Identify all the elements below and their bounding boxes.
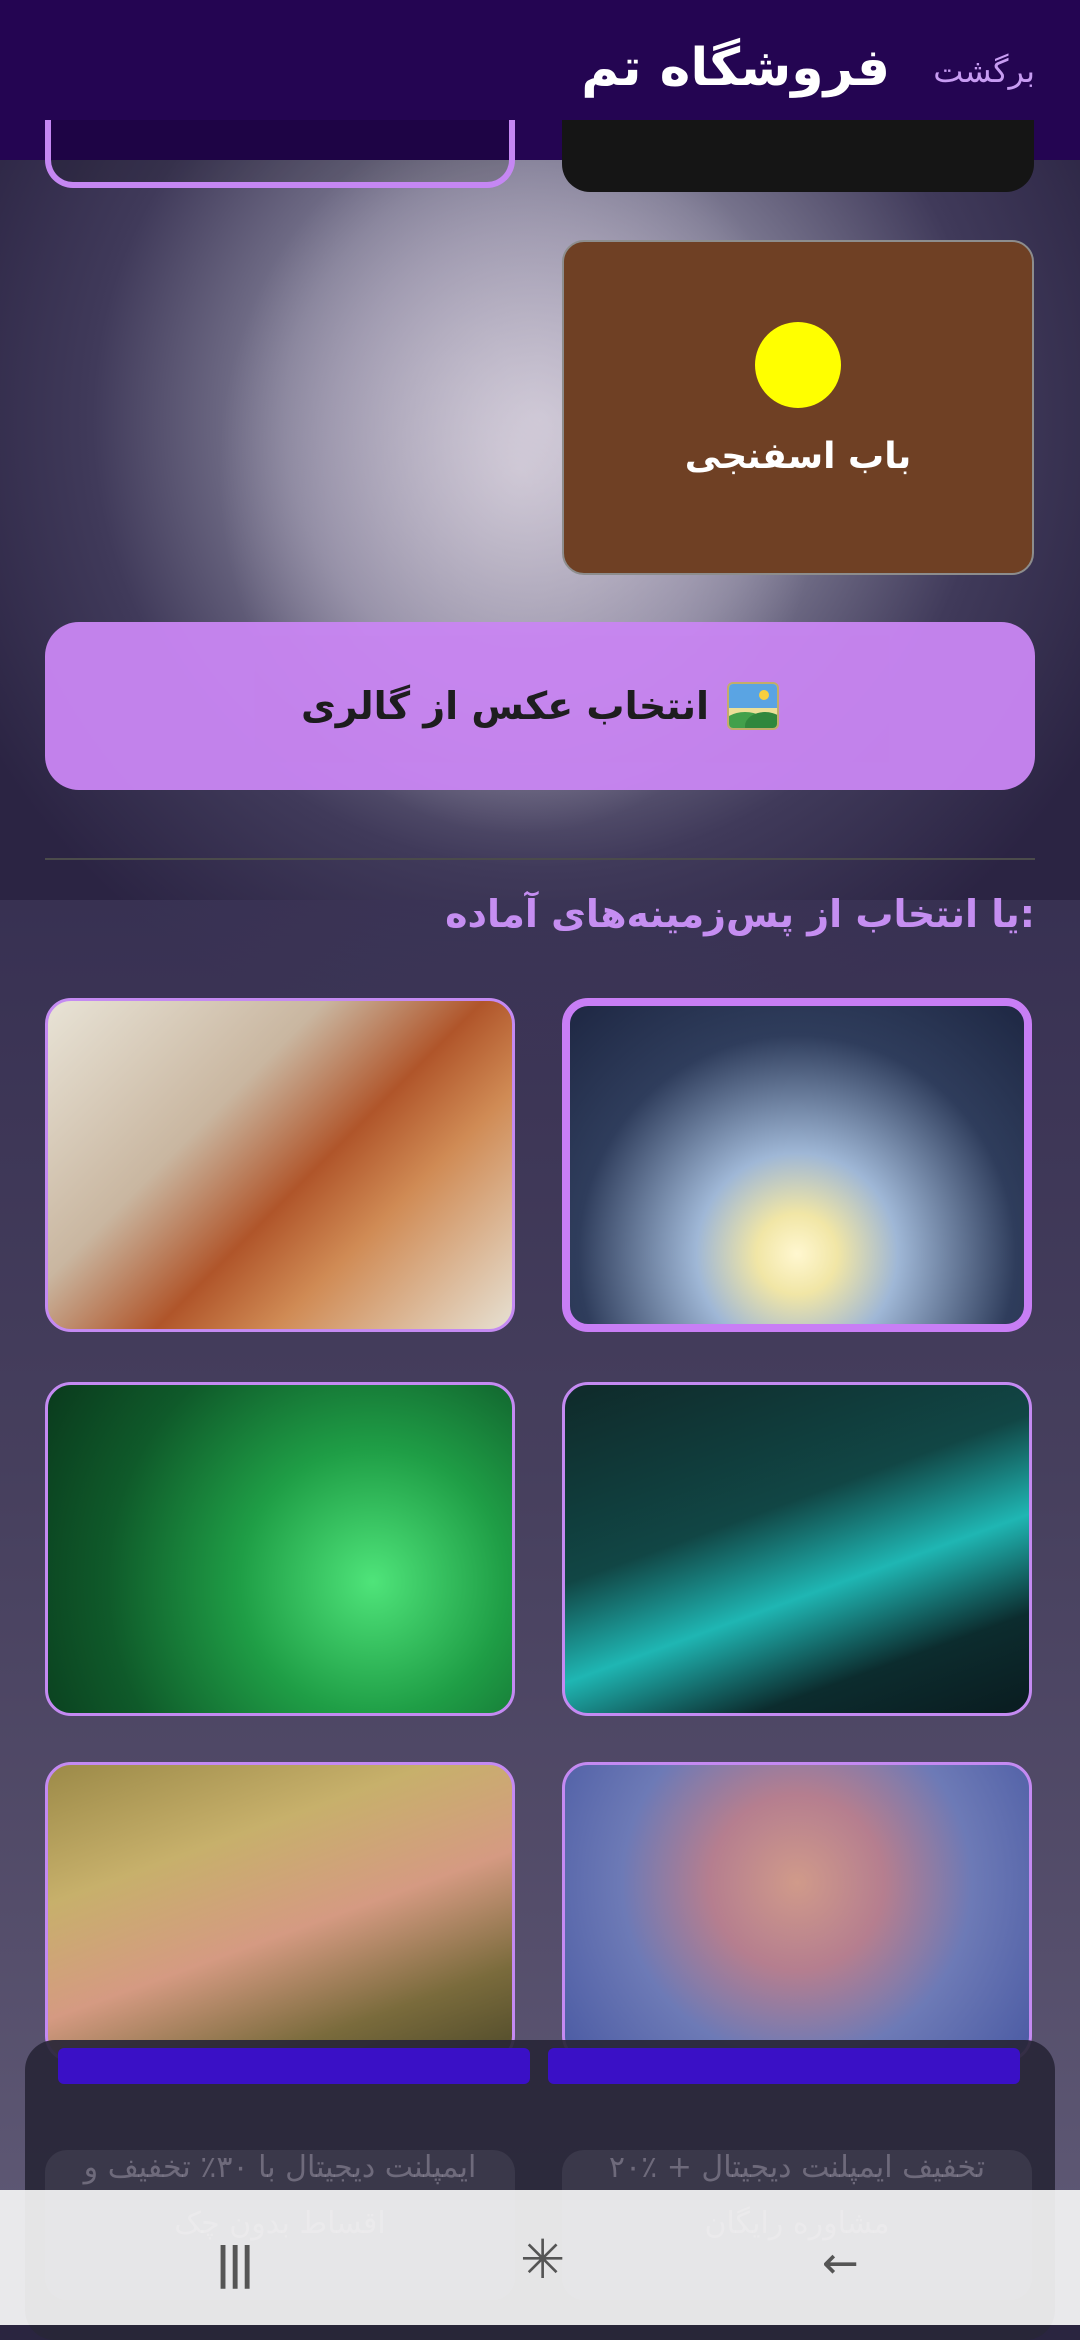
promo-image-right[interactable] [548,2048,1020,2084]
background-tile-green-archer[interactable] [45,1382,515,1716]
system-back-button[interactable]: ← [822,2238,859,2289]
divider [45,858,1035,860]
framed-picture-icon [727,682,780,730]
theme-card-partial-left[interactable] [45,120,515,188]
recent-apps-button[interactable]: ||| [215,2238,255,2289]
theme-card-spongebob[interactable]: باب اسفنجی [562,240,1034,575]
ready-backgrounds-title: یا انتخاب از پس‌زمینه‌های آماده: [445,892,1035,936]
gallery-button-label: انتخاب عکس از گالری [300,684,710,728]
theme-color-dot [755,322,841,408]
background-tile-elf[interactable] [45,1762,515,2062]
theme-card-partial-right[interactable] [562,120,1034,192]
promo-image-left[interactable] [58,2048,530,2084]
background-tile-cyan-archer[interactable] [562,1382,1032,1716]
theme-name: باب اسفنجی [684,436,912,477]
background-tile-moon-woman[interactable] [562,998,1032,1332]
background-tile-glowing-eyes[interactable] [562,1762,1032,2062]
back-button[interactable]: برگشت [933,52,1035,90]
pick-from-gallery-button[interactable]: انتخاب عکس از گالری [45,622,1035,790]
page-title: فروشگاه تم [581,38,890,98]
home-button[interactable]: ✳ [520,2228,565,2291]
background-tile-braided-hair[interactable] [45,998,515,1332]
